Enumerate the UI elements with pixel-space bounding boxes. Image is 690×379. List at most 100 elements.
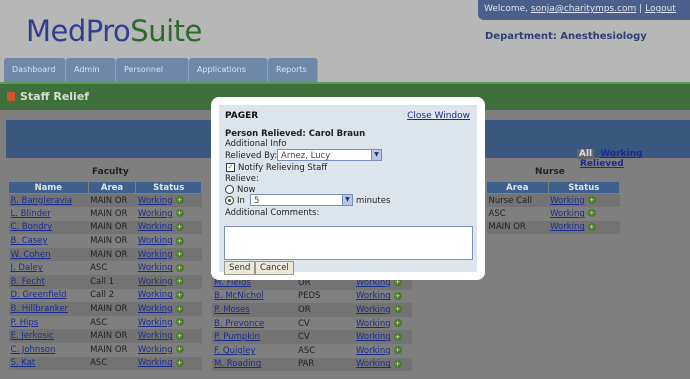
resident-table: M. Fields OR Working + B. McNichol PEDS Worki…	[212, 276, 412, 372]
go-icon[interactable]: +	[393, 305, 402, 314]
go-icon[interactable]: +	[175, 290, 184, 299]
nav-tab-reports[interactable]: Reports	[268, 58, 318, 82]
go-icon[interactable]: +	[175, 196, 184, 205]
table-row: B. Hillbranker MAIN OR Working +	[8, 302, 202, 316]
nav-tab-applications[interactable]: Applications	[189, 58, 268, 82]
main-nav: Dashboard Admin Personnel Applications R…	[4, 58, 318, 82]
status-link[interactable]: Working	[138, 277, 173, 287]
table-row: L. Blinder MAIN OR Working +	[8, 207, 202, 221]
staff-name-link[interactable]: C. Johnson	[11, 345, 56, 355]
staff-name-link[interactable]: M. Roading	[214, 359, 261, 369]
status-link[interactable]: Working	[138, 290, 173, 300]
chevron-down-icon[interactable]: ▼	[371, 150, 381, 160]
staff-name-link[interactable]: B. Casey	[11, 236, 48, 246]
relieve-in-radio[interactable]	[225, 196, 234, 205]
app-logo: MedProSuite	[26, 14, 202, 48]
staff-name-link[interactable]: S. Kat	[11, 358, 36, 368]
person-relieved-label: Person Relieved: Carol Braun	[225, 129, 366, 139]
staff-name-link[interactable]: E. Jerkosic	[11, 331, 54, 341]
go-icon[interactable]: +	[587, 222, 596, 231]
status-link[interactable]: Working	[138, 222, 173, 232]
go-icon[interactable]: +	[393, 319, 402, 328]
status-link[interactable]: Working	[356, 346, 391, 356]
status-link[interactable]: Working	[138, 236, 173, 246]
staff-name-link[interactable]: D. Greenfield	[11, 290, 67, 300]
go-icon[interactable]: +	[175, 304, 184, 313]
relieve-now-radio[interactable]	[225, 185, 234, 194]
logout-link[interactable]: Logout	[645, 4, 676, 14]
department-label: Department: Anesthesiology	[485, 31, 647, 42]
user-email-link[interactable]: sonja@charitymps.com	[531, 4, 636, 14]
status-link[interactable]: Working	[138, 263, 173, 273]
status-link[interactable]: Working	[138, 318, 173, 328]
go-icon[interactable]: +	[175, 250, 184, 259]
status-link[interactable]: Working	[550, 209, 585, 219]
go-icon[interactable]: +	[175, 222, 184, 231]
status-link[interactable]: Working	[356, 332, 391, 342]
welcome-text: Welcome,	[484, 4, 529, 14]
nav-tab-admin[interactable]: Admin	[66, 58, 116, 82]
cancel-button[interactable]: Cancel	[255, 261, 294, 275]
filter-relieved[interactable]: Relieved	[580, 159, 624, 169]
status-link[interactable]: Working	[138, 209, 173, 219]
status-link[interactable]: Working	[138, 304, 173, 314]
chevron-down-icon[interactable]: ▼	[342, 195, 352, 205]
send-button[interactable]: Send	[224, 261, 256, 275]
status-link[interactable]: Working	[138, 250, 173, 260]
go-icon[interactable]: +	[587, 196, 596, 205]
staff-name-link[interactable]: L. Blinder	[11, 209, 51, 219]
staff-name-link[interactable]: R. Bangleravia	[11, 196, 73, 206]
page-icon	[7, 92, 15, 101]
staff-name-link[interactable]: P. Hips	[11, 318, 39, 328]
staff-name-link[interactable]: J. Daley	[11, 263, 43, 273]
filter-all[interactable]: All	[577, 149, 595, 159]
status-link[interactable]: Working	[550, 222, 585, 232]
staff-name-link[interactable]: C. Bondry	[11, 222, 53, 232]
table-row: B. Fecht Call 1 Working +	[8, 275, 202, 289]
notify-checkbox[interactable]: ✓	[226, 163, 235, 172]
staff-name-link[interactable]: W. Cohen	[11, 250, 51, 260]
go-icon[interactable]: +	[587, 209, 596, 218]
status-link[interactable]: Working	[356, 319, 391, 329]
staff-name-link[interactable]: P. Pumpkin	[214, 332, 260, 342]
area-cell: CV	[296, 330, 354, 344]
staff-name-link[interactable]: B. McNichol	[214, 291, 264, 301]
go-icon[interactable]: +	[393, 359, 402, 368]
go-icon[interactable]: +	[175, 209, 184, 218]
go-icon[interactable]: +	[175, 358, 184, 367]
status-link[interactable]: Working	[138, 196, 173, 206]
filter-working[interactable]: Working	[600, 149, 642, 159]
go-icon[interactable]: +	[175, 277, 184, 286]
staff-name-link[interactable]: F. Quigley	[214, 346, 255, 356]
column-header-area: Area	[486, 181, 549, 194]
nav-tab-dashboard[interactable]: Dashboard	[4, 58, 66, 82]
close-window-link[interactable]: Close Window	[407, 111, 470, 121]
comments-textarea[interactable]	[224, 226, 473, 260]
staff-name-link[interactable]: B. Fecht	[11, 277, 45, 287]
table-row: B. McNichol PEDS Working +	[212, 289, 412, 304]
go-icon[interactable]: +	[175, 263, 184, 272]
status-link[interactable]: Working	[356, 291, 391, 301]
staff-name-link[interactable]: P. Moses	[214, 305, 250, 315]
status-link[interactable]: Working	[138, 345, 173, 355]
staff-name-link[interactable]: B. Prevonce	[214, 319, 264, 329]
go-icon[interactable]: +	[175, 318, 184, 327]
minutes-select[interactable]: 5 ▼	[250, 194, 353, 206]
relieved-by-select[interactable]: Arnez, Lucy ▼	[277, 149, 382, 161]
nav-tab-personnel[interactable]: Personnel	[116, 58, 189, 82]
status-link[interactable]: Working	[356, 359, 391, 369]
status-link[interactable]: Working	[356, 305, 391, 315]
faculty-title: Faculty	[92, 167, 129, 177]
staff-name-link[interactable]: B. Hillbranker	[11, 304, 69, 314]
table-row: E. Jerkosic MAIN OR Working +	[8, 329, 202, 344]
go-icon[interactable]: +	[175, 331, 184, 340]
go-icon[interactable]: +	[175, 345, 184, 354]
status-link[interactable]: Working	[138, 331, 173, 341]
table-row: D. Greenfield Call 2 Working +	[8, 288, 202, 303]
go-icon[interactable]: +	[175, 236, 184, 245]
status-link[interactable]: Working	[138, 358, 173, 368]
go-icon[interactable]: +	[393, 346, 402, 355]
go-icon[interactable]: +	[393, 332, 402, 341]
status-link[interactable]: Working	[550, 196, 585, 206]
go-icon[interactable]: +	[393, 291, 402, 300]
